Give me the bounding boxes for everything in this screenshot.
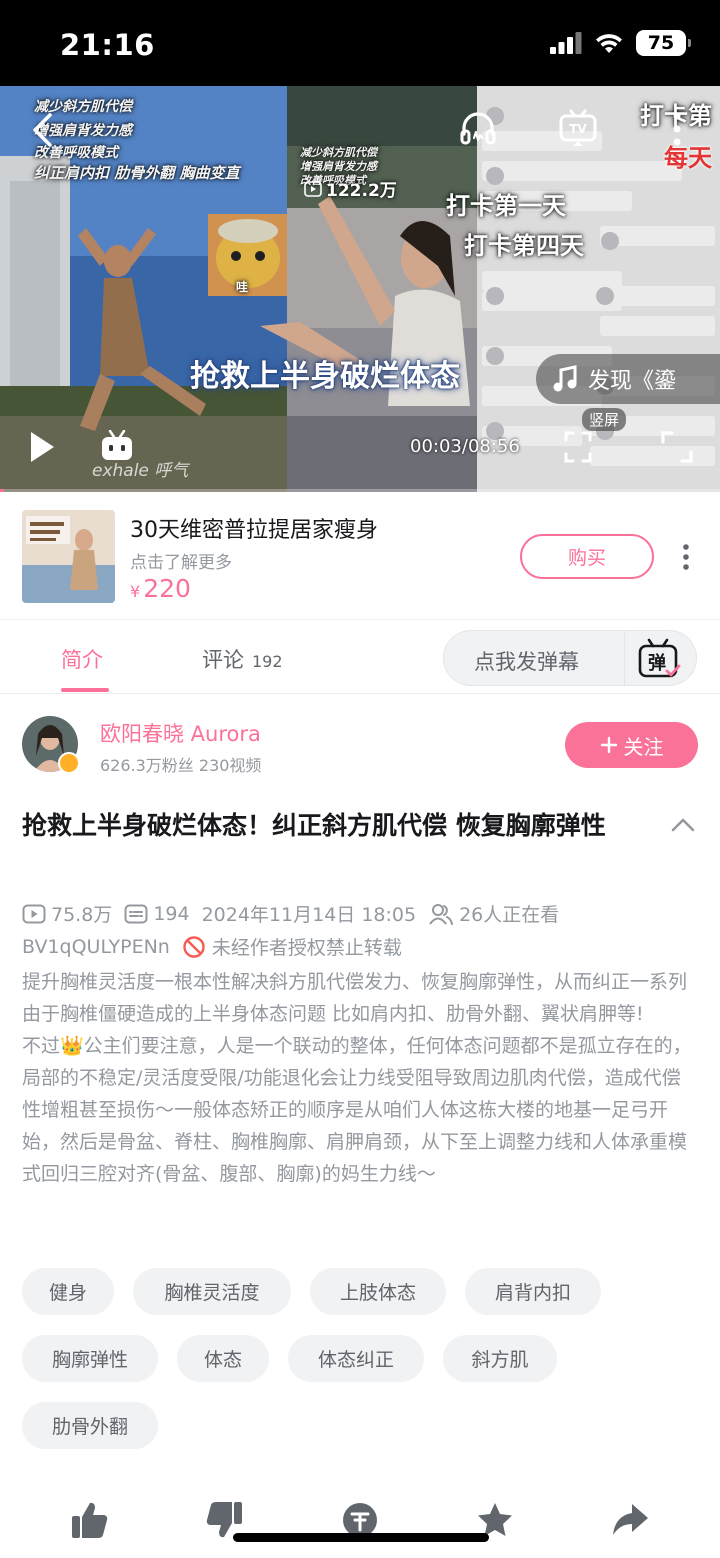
share-icon bbox=[613, 1504, 648, 1535]
meta-views: 75.8万 bbox=[22, 900, 112, 927]
tab-intro-underline bbox=[61, 688, 109, 692]
battery-indicator: 75 bbox=[636, 30, 691, 56]
uploader-row: 欧阳春晓 Aurora 626.3万粉丝 230视频 关注 bbox=[0, 700, 720, 790]
follow-label: 关注 bbox=[623, 734, 664, 759]
share-button[interactable] bbox=[600, 1500, 660, 1540]
tag-item[interactable]: 肋骨外翻 bbox=[22, 1402, 158, 1449]
video-player[interactable]: 减少斜方肌代偿 增强肩背发力感 改善呼吸模式 纠正肩内扣 肋骨外翻 胸曲变直 减… bbox=[0, 86, 720, 492]
video-time: 00:03/08:56 bbox=[410, 436, 520, 457]
action-bar bbox=[0, 1490, 720, 1558]
danmaku-input[interactable]: 点我发弹幕 弹 bbox=[443, 630, 697, 686]
home-indicator bbox=[233, 1533, 489, 1542]
play-count-icon bbox=[304, 180, 322, 197]
meta-danmaku: 194 bbox=[124, 902, 190, 925]
signal-icon bbox=[550, 32, 582, 54]
bvid-row: BV1qQULYPENn 未经作者授权禁止转载 bbox=[22, 933, 402, 960]
meta-views-value: 75.8万 bbox=[51, 904, 113, 926]
mascot-caption: 哇 bbox=[236, 280, 249, 294]
more-vertical-icon[interactable] bbox=[670, 110, 684, 150]
video-watermark: exhale 呼气 bbox=[92, 461, 189, 481]
follow-button[interactable]: 关注 bbox=[565, 722, 698, 768]
thumbs-up-icon bbox=[72, 1502, 108, 1538]
product-card[interactable]: 30天维密普拉提居家瘦身 点击了解更多 ¥220 购买 bbox=[0, 492, 720, 620]
forbidden-icon bbox=[183, 935, 205, 958]
vertical-screen-icon[interactable] bbox=[563, 430, 593, 464]
danmaku-settings-icon[interactable]: 弹 bbox=[637, 638, 681, 680]
tab-comments-count: 192 bbox=[252, 652, 283, 671]
music-pill[interactable]: 发现《鎏 bbox=[536, 354, 720, 404]
tag-item[interactable]: 肩背内扣 bbox=[465, 1268, 601, 1315]
checkin-day1: 打卡第一天 bbox=[446, 192, 566, 220]
price-currency: ¥ bbox=[130, 582, 141, 601]
video-description: 提升胸椎灵活度一根本性解决斜方肌代偿发力、恢复胸廓弹性，从而纠正一系列由于胸椎僵… bbox=[22, 971, 692, 1185]
people-icon bbox=[429, 903, 454, 925]
tab-intro[interactable]: 简介 bbox=[61, 644, 103, 674]
price-value: 220 bbox=[143, 574, 191, 603]
product-thumbnail bbox=[22, 510, 115, 603]
meta-watching: 26人正在看 bbox=[428, 900, 559, 927]
danmaku-separator bbox=[624, 631, 625, 685]
svg-text:弹: 弹 bbox=[648, 652, 666, 674]
meta-datetime: 2024年11月14日 18:05 bbox=[201, 904, 417, 926]
uploader-stats: 626.3万粉丝 230视频 bbox=[100, 756, 262, 775]
tab-comments[interactable]: 评论 192 bbox=[202, 644, 283, 674]
music-label: 发现《鎏 bbox=[588, 369, 677, 394]
danmaku-placeholder: 点我发弹幕 bbox=[474, 650, 579, 674]
play-count-icon bbox=[22, 904, 46, 923]
wifi-icon bbox=[596, 34, 622, 53]
bvid[interactable]: BV1qQULYPENn bbox=[22, 936, 170, 958]
play-icon[interactable] bbox=[28, 430, 56, 464]
content-tabs: 简介 评论 192 点我发弹幕 弹 bbox=[0, 620, 720, 694]
tag-item[interactable]: 体态纠正 bbox=[288, 1335, 424, 1382]
danmaku-count-icon bbox=[124, 904, 148, 923]
checkin-day4: 打卡第四天 bbox=[464, 232, 584, 260]
like-button[interactable] bbox=[60, 1500, 120, 1540]
music-note-icon bbox=[553, 365, 577, 392]
status-icons: 75 bbox=[550, 30, 691, 56]
tag-item[interactable]: 胸廓弹性 bbox=[22, 1335, 158, 1382]
meta-row: 75.8万 194 2024年11月14日 18:05 26人正在看 bbox=[22, 900, 571, 927]
tag-item[interactable]: 上肢体态 bbox=[310, 1268, 446, 1315]
meta-watching-value: 26人正在看 bbox=[459, 904, 560, 926]
chevron-up-icon[interactable] bbox=[670, 816, 696, 834]
video-title: 抢救上半身破烂体态！纠正斜方肌代偿 恢复胸廓弹性 bbox=[22, 811, 606, 840]
video-headline: 抢救上半身破烂体态 bbox=[190, 359, 460, 394]
status-time: 21:16 bbox=[60, 28, 155, 62]
product-more-icon[interactable] bbox=[678, 542, 694, 572]
tv-cast-icon[interactable]: TV bbox=[558, 108, 598, 148]
product-title: 30天维密普拉提居家瘦身 bbox=[130, 518, 378, 543]
buy-button[interactable]: 购买 bbox=[520, 534, 654, 579]
mini-play-count: 122.2万 bbox=[304, 176, 397, 201]
uploader-name[interactable]: 欧阳春晓 Aurora bbox=[100, 718, 261, 748]
back-icon[interactable] bbox=[30, 112, 54, 148]
product-price: ¥220 bbox=[130, 574, 191, 603]
overlay-text-4: 纠正肩内扣 肋骨外翻 胸曲变直 bbox=[34, 164, 240, 182]
svg-text:TV: TV bbox=[569, 122, 587, 136]
tag-item[interactable]: 体态 bbox=[177, 1335, 269, 1382]
listen-icon[interactable] bbox=[458, 108, 498, 148]
plus-icon bbox=[600, 736, 617, 754]
no-reprint-text: 未经作者授权禁止转载 bbox=[211, 937, 402, 959]
verified-badge-icon bbox=[58, 752, 80, 774]
vertical-screen-label: 竖屏 bbox=[582, 408, 627, 431]
product-subtitle: 点击了解更多 bbox=[130, 553, 232, 573]
meta-danmaku-value: 194 bbox=[153, 902, 190, 925]
tab-comments-label: 评论 bbox=[202, 648, 244, 672]
mini-play-count-value: 122.2万 bbox=[326, 181, 397, 201]
fullscreen-icon[interactable] bbox=[660, 430, 694, 464]
no-reprint-notice: 未经作者授权禁止转载 bbox=[182, 933, 402, 960]
tag-item[interactable]: 斜方肌 bbox=[443, 1335, 557, 1382]
tag-item[interactable]: 健身 bbox=[22, 1268, 114, 1315]
tag-item[interactable]: 胸椎灵活度 bbox=[133, 1268, 291, 1315]
status-bar: 21:16 75 bbox=[0, 0, 720, 86]
